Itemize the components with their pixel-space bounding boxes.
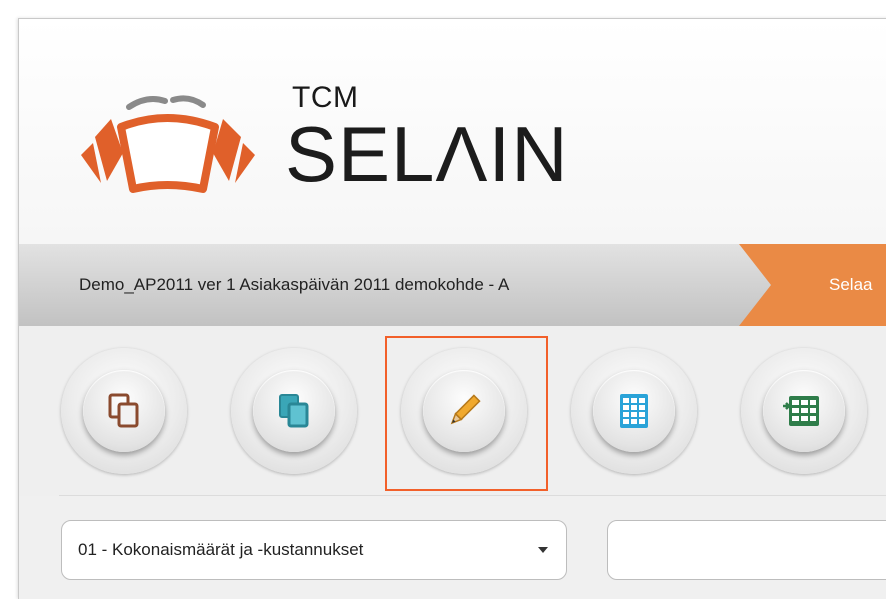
category-select[interactable]: 01 - Kokonaismäärät ja -kustannukset bbox=[61, 520, 567, 580]
copy-brown-button[interactable] bbox=[61, 348, 187, 474]
copy-teal-button[interactable] bbox=[231, 348, 357, 474]
breadcrumb-project[interactable]: Demo_AP2011 ver 1 Asiakaspäivän 2011 dem… bbox=[79, 244, 509, 326]
chevron-down-icon bbox=[538, 547, 548, 553]
table-import-icon bbox=[783, 396, 819, 426]
breadcrumb-active-label: Selaa bbox=[829, 275, 873, 294]
toolbar bbox=[19, 326, 886, 496]
table-import-button[interactable] bbox=[741, 348, 867, 474]
pencil-edit-icon bbox=[450, 394, 481, 425]
table-grid-button[interactable] bbox=[571, 348, 697, 474]
copy-teal-icon bbox=[279, 394, 309, 428]
category-select-value: 01 - Kokonaismäärät ja -kustannukset bbox=[78, 540, 364, 559]
edit-button[interactable] bbox=[401, 348, 527, 474]
breadcrumb-active-step[interactable]: Selaa bbox=[739, 244, 886, 326]
header: TCM SELΛIN bbox=[19, 19, 886, 244]
search-input[interactable] bbox=[607, 520, 886, 580]
filter-bar: 01 - Kokonaismäärät ja -kustannukset bbox=[19, 496, 886, 599]
brand-title: SELΛIN bbox=[285, 110, 569, 198]
table-grid-icon bbox=[620, 394, 648, 428]
app-window: TCM SELΛIN Demo_AP2011 ver 1 Asiakaspäiv… bbox=[18, 18, 886, 599]
breadcrumb: Demo_AP2011 ver 1 Asiakaspäivän 2011 dem… bbox=[19, 244, 886, 326]
orange-dome-logo-icon bbox=[81, 95, 255, 193]
copy-brown-icon bbox=[108, 393, 139, 428]
